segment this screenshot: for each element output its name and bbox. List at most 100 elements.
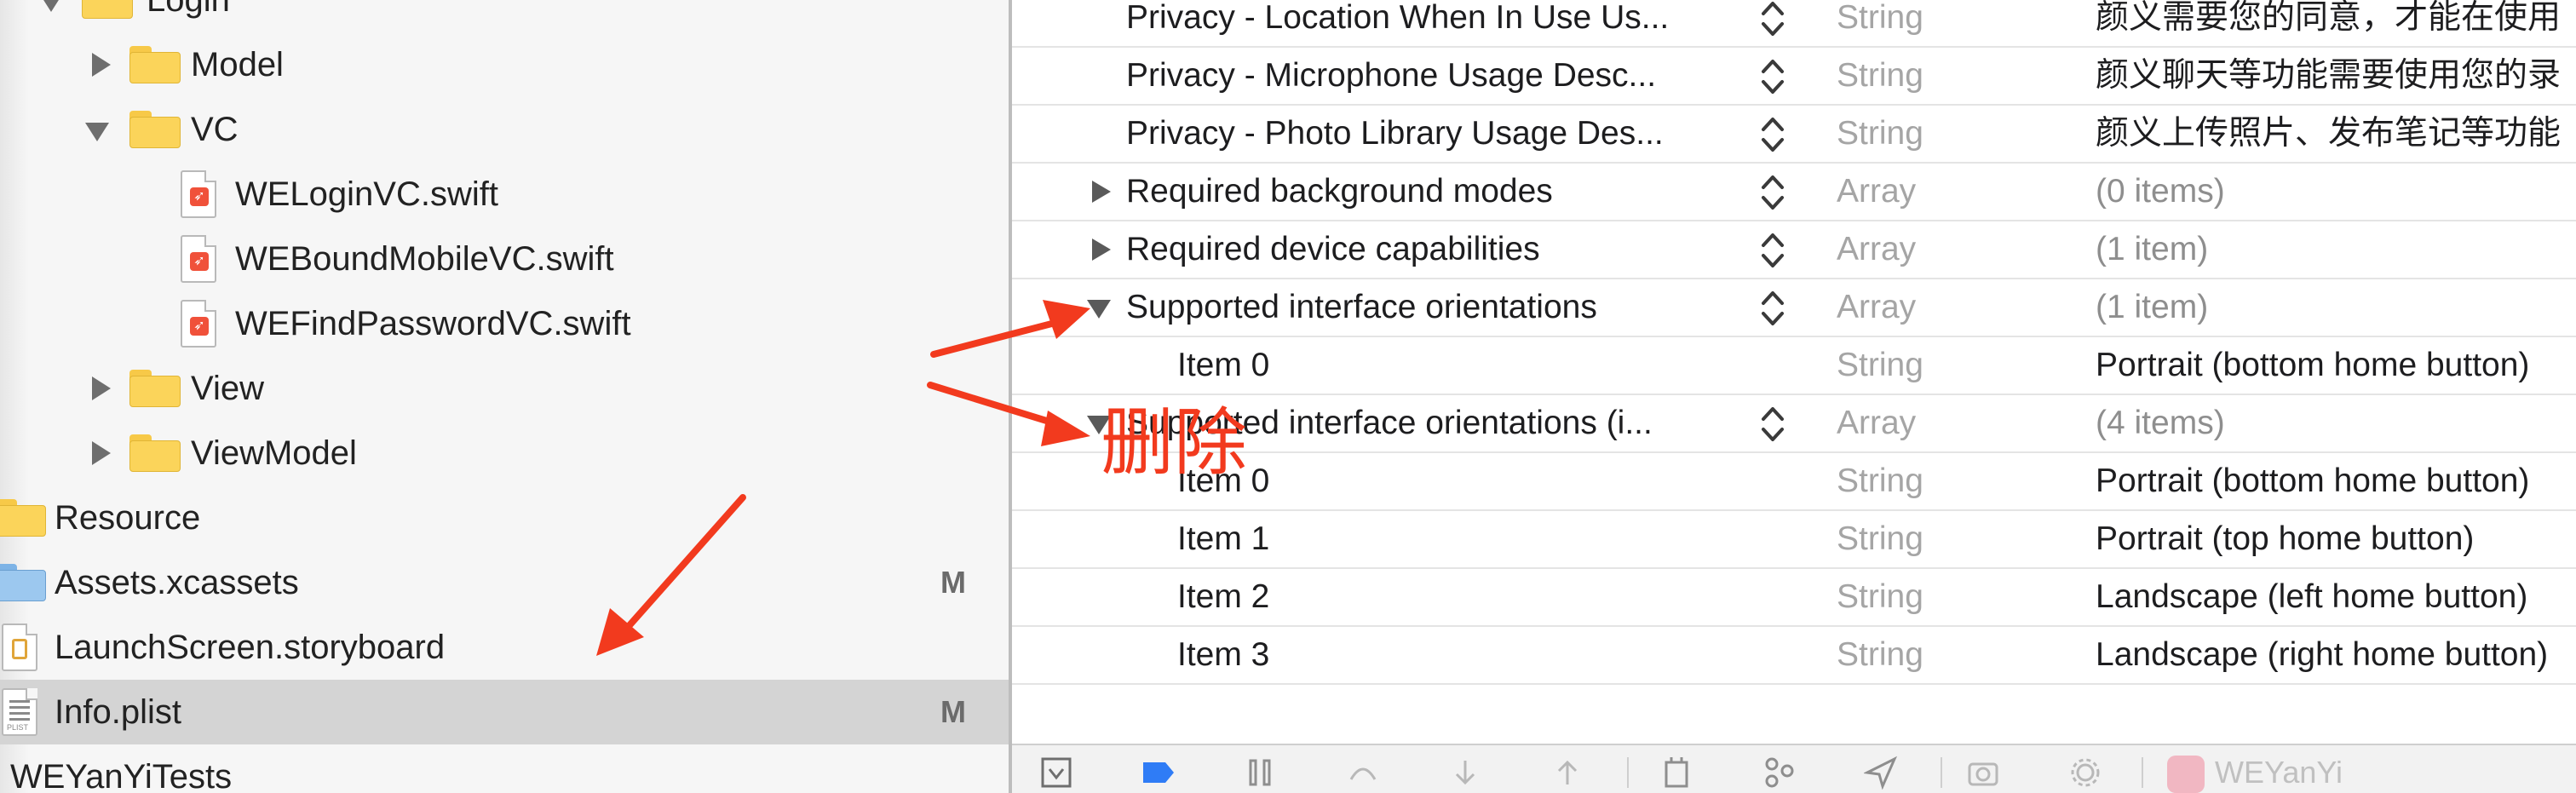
plist-row[interactable]: Privacy - Microphone Usage Desc... String… xyxy=(1012,48,2576,106)
plist-type[interactable]: String xyxy=(1837,569,1923,625)
tree-row-login[interactable]: Login xyxy=(0,0,1009,32)
plist-key[interactable]: Privacy - Location When In Use Us... xyxy=(1126,0,1748,46)
type-stepper-icon[interactable] xyxy=(1758,111,1787,158)
plist-row[interactable]: Item 2 String Landscape (left home button) xyxy=(1012,569,2576,627)
tree-row-resource[interactable]: Resource xyxy=(0,486,1009,550)
plist-value[interactable]: (1 item) xyxy=(2096,221,2208,278)
simulate-location-icon[interactable] xyxy=(1864,756,1898,790)
type-stepper-icon[interactable] xyxy=(1758,53,1787,101)
folder-icon xyxy=(129,111,181,148)
tree-row-model[interactable]: Model xyxy=(0,32,1009,97)
tree-label: VC xyxy=(191,111,239,148)
plist-value[interactable]: 颜义上传照片、发布笔记等功能 xyxy=(2096,106,2561,162)
disclosure-open-icon[interactable] xyxy=(85,123,109,141)
plist-value[interactable]: Portrait (bottom home button) xyxy=(2096,337,2529,394)
plist-value[interactable]: Portrait (top home button) xyxy=(2096,511,2474,567)
target-app-selector[interactable]: WEYanYi xyxy=(2167,754,2343,793)
folder-icon xyxy=(0,499,46,537)
tree-label: Login xyxy=(147,0,230,19)
plist-row[interactable]: Item 3 String Landscape (right home button… xyxy=(1012,627,2576,685)
swift-file-icon: ➶ xyxy=(181,170,216,218)
plist-row[interactable]: Item 1 String Portrait (top home button) xyxy=(1012,511,2576,569)
disclosure-closed-icon[interactable] xyxy=(92,376,111,400)
view-hierarchy-icon[interactable] xyxy=(1659,756,1693,790)
step-out-icon[interactable] xyxy=(1550,756,1584,790)
plist-type[interactable]: String xyxy=(1837,106,1923,162)
tree-row-weboundmobilevc[interactable]: ➶ WEBoundMobileVC.swift xyxy=(0,227,1009,291)
environment-overrides-icon[interactable] xyxy=(2068,756,2102,790)
plist-key[interactable]: Item 3 xyxy=(1177,627,1739,683)
type-stepper-icon[interactable] xyxy=(1758,0,1787,43)
tree-row-weyanyitests[interactable]: WEYanYiTests xyxy=(0,744,1009,793)
plist-row[interactable]: Required background modes Array (0 items) xyxy=(1012,164,2576,221)
disclosure-closed-icon[interactable] xyxy=(1092,238,1111,261)
tree-row-viewmodel[interactable]: ViewModel xyxy=(0,421,1009,486)
plist-key[interactable]: Item 0 xyxy=(1177,337,1739,394)
plist-value[interactable]: 颜义需要您的同意，才能在使用 xyxy=(2096,0,2561,46)
plist-row[interactable]: Supported interface orientations Array (1 … xyxy=(1012,279,2576,337)
toolbar-separator xyxy=(1941,757,1942,788)
plist-row[interactable]: Privacy - Photo Library Usage Des... Stri… xyxy=(1012,106,2576,164)
plist-key[interactable]: Privacy - Microphone Usage Desc... xyxy=(1126,48,1748,104)
plist-type[interactable]: Array xyxy=(1837,164,1916,220)
plist-type[interactable]: String xyxy=(1837,337,1923,394)
scm-modified-badge: M xyxy=(940,694,966,729)
pause-icon[interactable] xyxy=(1244,756,1278,790)
plist-key[interactable]: Privacy - Photo Library Usage Des... xyxy=(1126,106,1748,162)
tree-row-wefindpasswordvc[interactable]: ➶ WEFindPasswordVC.swift xyxy=(0,291,1009,356)
memory-graph-icon[interactable] xyxy=(1762,756,1796,790)
plist-editor: Privacy - Location When In Use Us... Stri… xyxy=(1012,0,2576,793)
type-stepper-icon[interactable] xyxy=(1758,227,1787,274)
screenshot-icon[interactable] xyxy=(1966,756,2000,790)
plist-value[interactable]: 颜义聊天等功能需要使用您的录 xyxy=(2096,48,2561,104)
plist-row[interactable]: Privacy - Location When In Use Us... Stri… xyxy=(1012,0,2576,48)
type-stepper-icon[interactable] xyxy=(1758,169,1787,216)
swift-file-icon: ➶ xyxy=(181,235,216,283)
plist-row[interactable]: Item 0 String Portrait (bottom home button… xyxy=(1012,337,2576,395)
plist-type[interactable]: String xyxy=(1837,48,1923,104)
plist-key[interactable]: Item 1 xyxy=(1177,511,1739,567)
disclosure-closed-icon[interactable] xyxy=(92,53,111,77)
tree-label: WEFindPasswordVC.swift xyxy=(235,305,631,342)
disclosure-closed-icon[interactable] xyxy=(1092,181,1111,203)
step-over-icon[interactable] xyxy=(1346,756,1380,790)
breakpoints-icon[interactable] xyxy=(1141,756,1176,790)
disclosure-closed-icon[interactable] xyxy=(92,441,111,465)
tree-row-weloginvc[interactable]: ➶ WELoginVC.swift xyxy=(0,162,1009,227)
plist-key[interactable]: Item 2 xyxy=(1177,569,1739,625)
plist-type[interactable]: String xyxy=(1837,511,1923,567)
disclosure-open-icon[interactable] xyxy=(39,0,63,12)
disclosure-open-icon[interactable] xyxy=(1087,300,1111,319)
plist-type[interactable]: Array xyxy=(1837,395,1916,451)
plist-type[interactable]: String xyxy=(1837,627,1923,683)
tree-row-launchscreen[interactable]: LaunchScreen.storyboard xyxy=(0,615,1009,680)
plist-key[interactable]: Item 0 xyxy=(1177,453,1739,509)
tree-row-assets[interactable]: Assets.xcassets M xyxy=(0,550,1009,615)
plist-value[interactable]: (0 items) xyxy=(2096,164,2225,220)
plist-key[interactable]: Supported interface orientations xyxy=(1126,279,1748,336)
folder-icon xyxy=(129,434,181,472)
plist-value[interactable]: Portrait (bottom home button) xyxy=(2096,453,2529,509)
folder-icon xyxy=(129,46,181,83)
plist-type[interactable]: String xyxy=(1837,453,1923,509)
type-stepper-icon[interactable] xyxy=(1758,284,1787,332)
plist-key[interactable]: Required background modes xyxy=(1126,164,1748,220)
plist-value[interactable]: (1 item) xyxy=(2096,279,2208,336)
hide-debug-area-icon[interactable] xyxy=(1039,756,1073,790)
debug-bar: WEYanYi xyxy=(1012,744,2576,793)
step-into-icon[interactable] xyxy=(1448,756,1482,790)
plist-type[interactable]: Array xyxy=(1837,221,1916,278)
folder-icon xyxy=(129,370,181,407)
asset-catalog-icon xyxy=(0,564,46,601)
plist-row[interactable]: Required device capabilities Array (1 item… xyxy=(1012,221,2576,279)
plist-value[interactable]: Landscape (right home button) xyxy=(2096,627,2548,683)
tree-row-info-plist[interactable]: PLIST Info.plist M xyxy=(0,680,1009,744)
type-stepper-icon[interactable] xyxy=(1758,400,1787,448)
tree-row-vc[interactable]: VC xyxy=(0,97,1009,162)
plist-type[interactable]: String xyxy=(1837,0,1923,46)
plist-type[interactable]: Array xyxy=(1837,279,1916,336)
plist-value[interactable]: Landscape (left home button) xyxy=(2096,569,2527,625)
tree-row-view[interactable]: View xyxy=(0,356,1009,421)
plist-value[interactable]: (4 items) xyxy=(2096,395,2225,451)
plist-key[interactable]: Required device capabilities xyxy=(1126,221,1748,278)
